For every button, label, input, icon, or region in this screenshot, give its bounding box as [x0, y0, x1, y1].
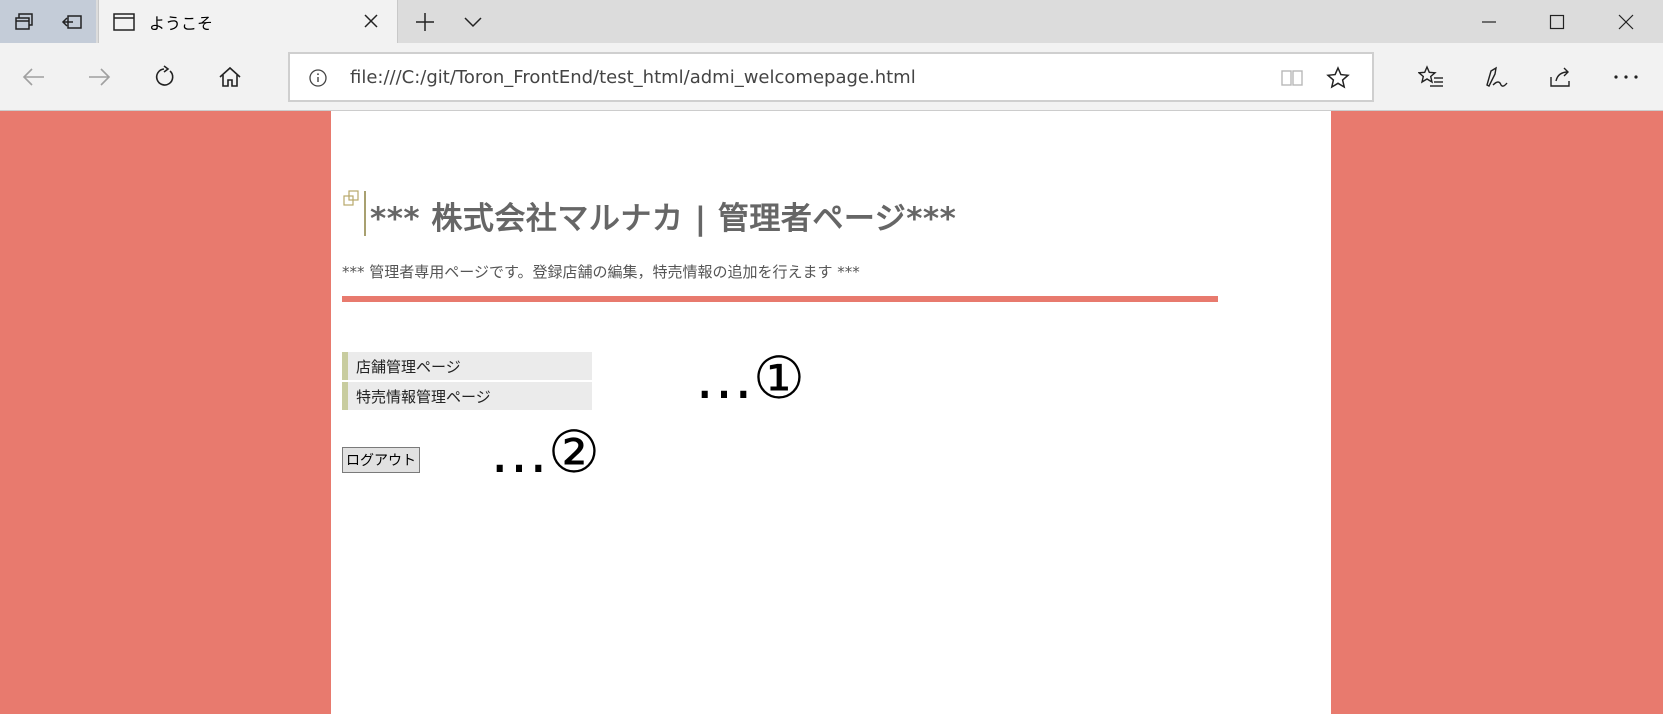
window-close-button[interactable]	[1592, 0, 1660, 43]
chevron-down-icon	[464, 16, 482, 27]
favorites-list-icon	[1418, 65, 1443, 87]
favorites-hub-button[interactable]	[1409, 55, 1453, 99]
page-title-block: *** 株式会社マルナカ | 管理者ページ***	[342, 187, 956, 237]
tab-title: ようこそ	[149, 14, 214, 33]
pen-icon	[1486, 66, 1508, 87]
header-divider	[342, 296, 1218, 302]
admin-menu: 店舗管理ページ 特売情報管理ページ	[342, 352, 592, 412]
page-title: *** 株式会社マルナカ | 管理者ページ***	[370, 201, 957, 237]
forward-button[interactable]	[77, 55, 121, 99]
active-tab[interactable]: ようこそ	[98, 0, 398, 44]
tab-close-button[interactable]	[361, 11, 381, 31]
more-icon	[1614, 75, 1638, 79]
minimize-button[interactable]	[1455, 0, 1523, 43]
page-subtitle: *** 管理者専用ページです。登録店舗の編集，特売情報の追加を行えます ***	[342, 263, 860, 281]
set-aside-icon	[61, 14, 82, 29]
maximize-icon	[1549, 14, 1565, 29]
more-button[interactable]	[1604, 55, 1648, 99]
logout-button[interactable]: ログアウト	[342, 447, 420, 473]
close-icon	[364, 14, 378, 28]
refresh-button[interactable]	[142, 55, 186, 99]
maximize-button[interactable]	[1523, 0, 1591, 43]
annotation-1: …①	[695, 344, 805, 412]
tab-bar: ようこそ	[0, 0, 1663, 44]
address-bar[interactable]: file:///C:/git/Toron_FrontEnd/test_html/…	[288, 52, 1374, 102]
close-icon	[1618, 14, 1634, 29]
info-icon	[309, 69, 327, 87]
tabs-aside-icon	[15, 12, 33, 30]
favorite-button[interactable]	[1324, 65, 1352, 91]
star-icon	[1326, 66, 1350, 89]
page-content: *** 株式会社マルナカ | 管理者ページ*** *** 管理者専用ページです。…	[331, 111, 1331, 714]
arrow-right-icon	[89, 68, 111, 86]
title-decoration-icon	[342, 187, 368, 237]
address-text[interactable]: file:///C:/git/Toron_FrontEnd/test_html/…	[350, 67, 916, 88]
page-icon	[113, 13, 135, 31]
book-icon	[1281, 70, 1303, 86]
share-icon	[1550, 67, 1570, 87]
set-tabs-aside-button[interactable]	[48, 0, 96, 43]
reading-view-button[interactable]	[1278, 65, 1306, 91]
menu-item-sale-management[interactable]: 特売情報管理ページ	[342, 382, 592, 410]
tab-list-button[interactable]	[449, 0, 497, 43]
menu-item-store-management[interactable]: 店舗管理ページ	[342, 352, 592, 380]
annotation-2: …②	[490, 418, 600, 486]
new-tab-button[interactable]	[401, 0, 449, 43]
arrow-left-icon	[22, 68, 44, 86]
home-icon	[219, 66, 241, 87]
notes-button[interactable]	[1474, 55, 1518, 99]
minimize-icon	[1482, 20, 1496, 23]
back-button[interactable]	[12, 55, 56, 99]
tabs-aside-button[interactable]	[0, 0, 48, 43]
refresh-icon	[155, 65, 174, 86]
share-button[interactable]	[1539, 55, 1583, 99]
navigation-bar: file:///C:/git/Toron_FrontEnd/test_html/…	[0, 43, 1663, 111]
plus-icon	[416, 12, 434, 31]
home-button[interactable]	[208, 55, 252, 99]
